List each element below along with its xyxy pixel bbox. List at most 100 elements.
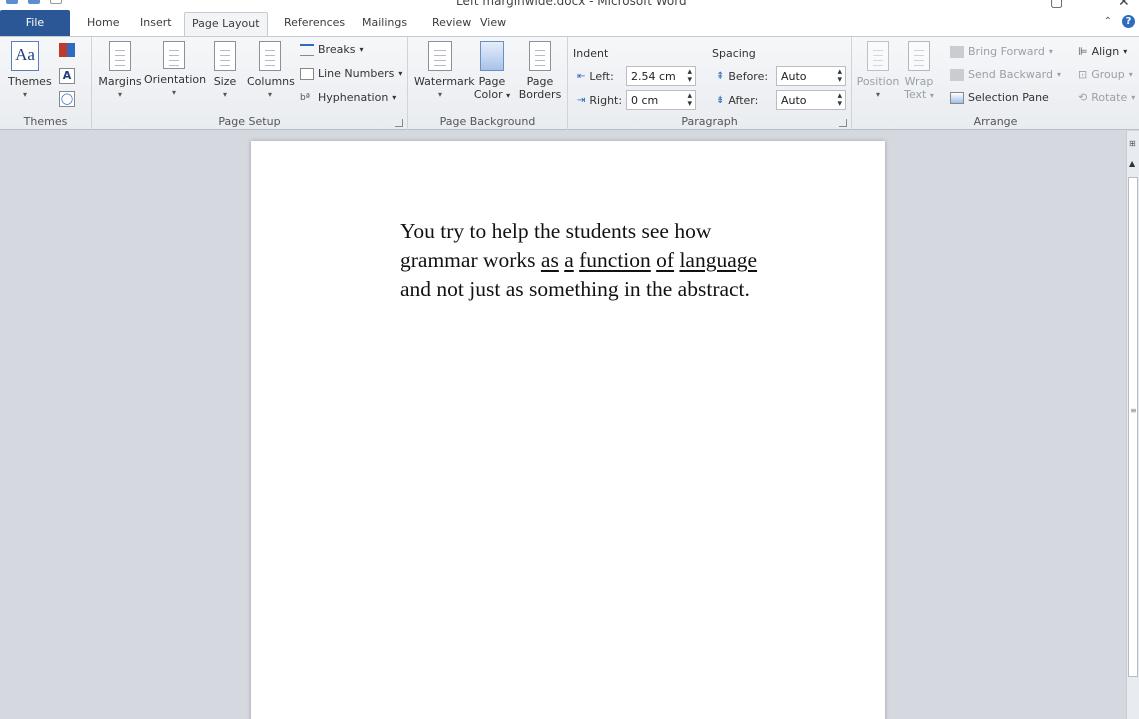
scroll-up-icon[interactable]: ▲ bbox=[1129, 159, 1135, 168]
chevron-down-icon: ▾ bbox=[392, 93, 397, 102]
spacing-before-field[interactable]: Auto ▴ ▾ bbox=[776, 66, 846, 86]
window-title: Left marginwide.docx - Microsoft Word bbox=[456, 0, 687, 8]
chevron-down-icon: ▾ bbox=[117, 90, 122, 99]
line-numbers-icon bbox=[300, 67, 314, 80]
size-button[interactable]: Size ▾ bbox=[208, 41, 242, 101]
vertical-scrollbar[interactable]: ⊞ ▲ ≡ bbox=[1126, 131, 1139, 719]
chevron-down-icon: ▾ bbox=[1131, 93, 1136, 102]
page-setup-group: Margins ▾ Orientation ▾ Size ▾ Columns ▾… bbox=[92, 37, 408, 130]
chevron-down-icon: ▾ bbox=[506, 91, 511, 100]
spacing-after-label: ⇟ After: bbox=[716, 94, 759, 107]
ribbon-tabs: File Home Insert Page Layout References … bbox=[0, 10, 1139, 37]
spacing-before-icon: ⇞ bbox=[716, 71, 725, 82]
tab-references[interactable]: References bbox=[284, 16, 345, 29]
chevron-down-icon: ▾ bbox=[875, 90, 880, 99]
send-backward-button[interactable]: Send Backward ▾ bbox=[950, 68, 1061, 81]
selection-pane-button[interactable]: Selection Pane bbox=[950, 91, 1049, 104]
title-bar: Left marginwide.docx - Microsoft Word ▢ … bbox=[0, 0, 1139, 10]
chevron-down-icon: ▾ bbox=[1123, 47, 1128, 56]
scrollbar-thumb[interactable]: ≡ bbox=[1128, 177, 1138, 677]
bring-forward-icon bbox=[950, 45, 964, 58]
tab-view[interactable]: View bbox=[480, 16, 506, 29]
theme-effects-icon[interactable]: ◯ bbox=[59, 91, 75, 107]
chevron-down-icon: ▾ bbox=[22, 90, 27, 99]
page-color-button[interactable]: Page Color ▾ bbox=[470, 41, 514, 102]
chevron-down-icon: ▾ bbox=[437, 90, 442, 99]
hyphenation-button[interactable]: bª Hyphenation ▾ bbox=[300, 91, 396, 104]
paragraph-dialog-launcher-icon[interactable] bbox=[839, 119, 847, 127]
tab-page-layout[interactable]: Page Layout bbox=[184, 12, 268, 37]
rotate-button[interactable]: ⟲ Rotate ▾ bbox=[1078, 91, 1135, 104]
tab-mailings[interactable]: Mailings bbox=[362, 16, 407, 29]
word-app-icon[interactable] bbox=[6, 0, 18, 4]
line-numbers-button[interactable]: Line Numbers ▾ bbox=[300, 67, 402, 80]
ruler-toggle-icon[interactable]: ⊞ bbox=[1129, 139, 1136, 148]
spinner-arrows-icon[interactable]: ▴ ▾ bbox=[687, 92, 692, 109]
selection-pane-icon bbox=[950, 91, 964, 104]
chevron-down-icon: ▾ bbox=[1056, 70, 1061, 79]
tab-file[interactable]: File bbox=[0, 10, 70, 36]
underlined-text-run: function bbox=[579, 248, 651, 272]
tab-home[interactable]: Home bbox=[87, 16, 119, 29]
page-setup-dialog-launcher-icon[interactable] bbox=[395, 119, 403, 127]
themes-button[interactable]: Aa Themes ▾ bbox=[8, 41, 52, 101]
spinner-arrows-icon[interactable]: ▴ ▾ bbox=[837, 68, 842, 85]
align-icon: ⊫ bbox=[1078, 45, 1088, 58]
group-button[interactable]: ⊡ Group ▾ bbox=[1078, 68, 1133, 81]
tab-insert[interactable]: Insert bbox=[140, 16, 172, 29]
restore-window-icon[interactable]: ▢ bbox=[1050, 0, 1063, 10]
breaks-button[interactable]: Breaks ▾ bbox=[300, 43, 363, 56]
position-icon bbox=[867, 41, 889, 71]
columns-icon bbox=[259, 41, 281, 71]
save-icon[interactable] bbox=[28, 0, 40, 4]
watermark-button[interactable]: Watermark ▾ bbox=[414, 41, 475, 101]
themes-icon: Aa bbox=[11, 41, 39, 71]
undo-icon[interactable] bbox=[50, 0, 62, 4]
orientation-button[interactable]: Orientation ▾ bbox=[144, 41, 206, 99]
spacing-after-field[interactable]: Auto ▴ ▾ bbox=[776, 90, 846, 110]
indent-right-icon: ⇥ bbox=[577, 95, 586, 106]
spinner-arrows-icon[interactable]: ▴ ▾ bbox=[687, 68, 692, 85]
arrange-group-label: Arrange bbox=[973, 115, 1018, 128]
bring-forward-button[interactable]: Bring Forward ▾ bbox=[950, 45, 1053, 58]
margins-button[interactable]: Margins ▾ bbox=[96, 41, 144, 101]
page-background-group-label: Page Background bbox=[439, 115, 536, 128]
arrange-group: Position ▾ Wrap Text ▾ Bring Forward ▾ S… bbox=[852, 37, 1139, 130]
help-icon[interactable]: ? bbox=[1122, 15, 1135, 28]
indent-right-field[interactable]: 0 cm ▴ ▾ bbox=[626, 90, 696, 110]
chevron-down-icon: ▾ bbox=[1048, 47, 1053, 56]
paragraph-group: Indent Spacing ⇤ Left: 2.54 cm ▴ ▾ ⇥ Righ… bbox=[568, 37, 852, 130]
wrap-text-icon bbox=[908, 41, 930, 71]
spinner-arrows-icon[interactable]: ▴ ▾ bbox=[837, 92, 842, 109]
chevron-down-icon: ▾ bbox=[929, 91, 934, 100]
page-setup-group-label: Page Setup bbox=[218, 115, 281, 128]
breaks-icon bbox=[300, 43, 314, 56]
align-button[interactable]: ⊫ Align ▾ bbox=[1078, 45, 1127, 58]
chevron-down-icon: ▾ bbox=[267, 90, 272, 99]
send-backward-icon bbox=[950, 68, 964, 81]
page-borders-icon bbox=[529, 41, 551, 71]
chevron-down-icon: ▾ bbox=[398, 69, 403, 78]
chevron-down-icon: ▾ bbox=[1128, 70, 1133, 79]
wrap-text-button[interactable]: Wrap Text ▾ bbox=[902, 41, 936, 102]
underlined-text-run: a bbox=[564, 248, 574, 272]
indent-left-icon: ⇤ bbox=[577, 71, 586, 82]
document-page[interactable]: You try to help the students see how gra… bbox=[251, 141, 885, 719]
indent-left-field[interactable]: 2.54 cm ▴ ▾ bbox=[626, 66, 696, 86]
document-body-text[interactable]: You try to help the students see how gra… bbox=[400, 217, 790, 304]
group-icon: ⊡ bbox=[1078, 68, 1088, 81]
columns-button[interactable]: Columns ▾ bbox=[247, 41, 295, 101]
position-button[interactable]: Position ▾ bbox=[856, 41, 900, 101]
close-window-icon[interactable]: ✕ bbox=[1118, 0, 1130, 10]
tab-review[interactable]: Review bbox=[432, 16, 471, 29]
theme-colors-icon[interactable] bbox=[59, 43, 75, 57]
underlined-text-run: of bbox=[656, 248, 675, 272]
spacing-heading: Spacing bbox=[712, 47, 756, 60]
minimize-ribbon-icon[interactable]: ⌃ bbox=[1104, 16, 1112, 27]
spacing-after-icon: ⇟ bbox=[716, 95, 725, 106]
indent-left-label: ⇤ Left: bbox=[577, 70, 614, 83]
theme-fonts-icon[interactable]: A bbox=[59, 68, 75, 84]
themes-group: Aa Themes ▾ A ◯ Themes bbox=[0, 37, 92, 130]
chevron-down-icon: ▾ bbox=[171, 88, 176, 97]
page-borders-button[interactable]: Page Borders bbox=[516, 41, 564, 101]
